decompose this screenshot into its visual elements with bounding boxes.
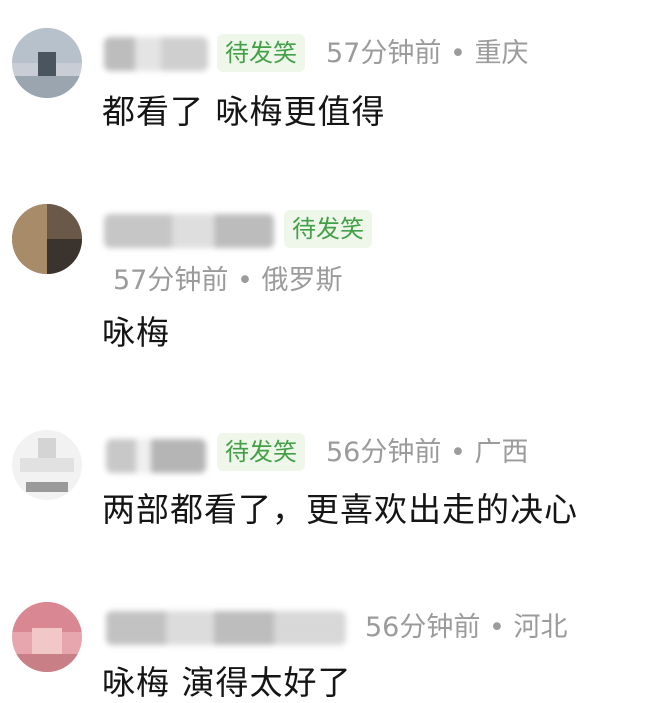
meta-separator: • <box>449 38 466 69</box>
avatar-blur-block <box>12 654 82 672</box>
comment-time: 57分钟前 <box>326 38 442 69</box>
avatar-blur-block <box>32 628 62 654</box>
comment-text: 咏梅 演得太好了 <box>102 663 352 702</box>
username-blurred[interactable] <box>106 439 206 473</box>
comment-item: 待发笑 57分钟前 • 重庆 都看了 咏梅更值得 <box>0 0 660 150</box>
status-badge: 待发笑 <box>217 433 305 471</box>
comment-time: 56分钟前 <box>326 437 442 468</box>
comment-time: 57分钟前 <box>113 265 229 296</box>
comment-item: 待发笑 57分钟前 • 俄罗斯 咏梅 <box>0 170 660 370</box>
comment-meta: 57分钟前 • 重庆 <box>326 37 528 71</box>
avatar[interactable] <box>12 602 82 672</box>
avatar[interactable] <box>12 204 82 274</box>
status-badge: 待发笑 <box>284 210 372 248</box>
avatar[interactable] <box>12 430 82 500</box>
comment-text: 两部都看了，更喜欢出走的决心 <box>102 490 578 529</box>
comment-location: 广西 <box>474 437 529 468</box>
comment-time: 56分钟前 <box>365 612 481 643</box>
comment-item: 56分钟前 • 河北 咏梅 演得太好了 <box>0 585 660 702</box>
avatar-blur-block <box>20 458 74 472</box>
comment-meta: 56分钟前 • 河北 <box>365 611 567 645</box>
username-blurred[interactable] <box>104 37 208 71</box>
comment-meta: 56分钟前 • 广西 <box>326 436 528 470</box>
meta-separator: • <box>488 612 505 643</box>
avatar-blur-block <box>26 482 68 492</box>
comment-text: 都看了 咏梅更值得 <box>102 92 386 131</box>
avatar-blur-block <box>12 204 47 274</box>
meta-separator: • <box>449 437 466 468</box>
avatar[interactable] <box>12 28 82 98</box>
comment-item: 待发笑 56分钟前 • 广西 两部都看了，更喜欢出走的决心 <box>0 410 660 560</box>
comment-location: 河北 <box>513 612 568 643</box>
username-blurred[interactable] <box>106 611 346 645</box>
avatar-blur-block <box>47 204 82 239</box>
comment-text: 咏梅 <box>102 313 170 352</box>
comment-location: 重庆 <box>474 38 529 69</box>
comment-meta: 57分钟前 • 俄罗斯 <box>113 264 342 298</box>
avatar-blur-block <box>12 76 82 98</box>
avatar-blur-block <box>47 239 82 274</box>
username-blurred[interactable] <box>104 214 274 248</box>
status-badge: 待发笑 <box>217 34 305 72</box>
meta-separator: • <box>236 265 253 296</box>
comment-location: 俄罗斯 <box>261 265 343 296</box>
